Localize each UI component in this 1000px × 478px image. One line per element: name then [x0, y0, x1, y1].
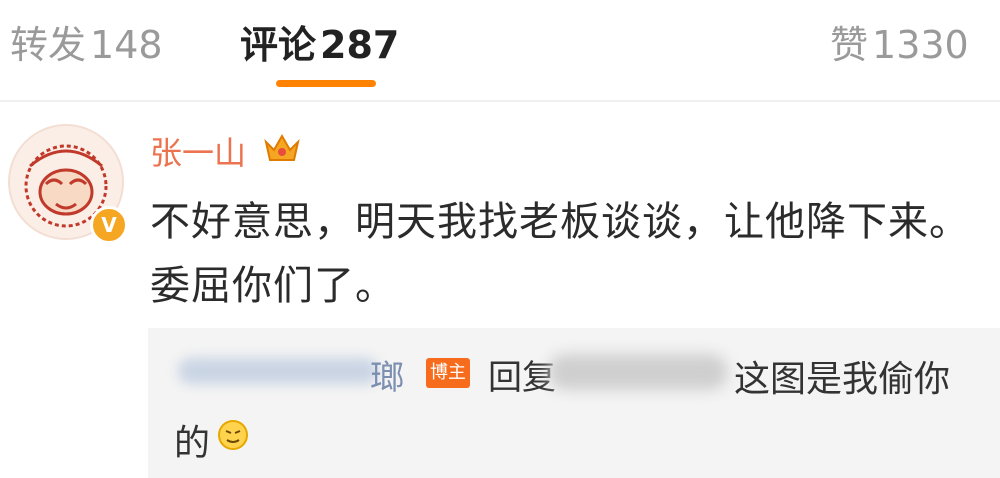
tab-bar: 转发 148 评论 287 赞 1330 [0, 0, 1000, 102]
blurred-reply-username [178, 358, 378, 384]
tab-repost-count: 148 [90, 23, 163, 67]
avatar[interactable]: V [8, 124, 128, 244]
reply-text-line2: 的 [174, 423, 211, 464]
reply-username-tail[interactable]: 瑯 [370, 350, 404, 399]
comment-username[interactable]: 张一山 [150, 128, 246, 174]
reply-box[interactable]: 瑯 博主 回复 这图是我偷你 的 [148, 328, 1000, 478]
tab-likes[interactable]: 赞 1330 [830, 14, 969, 69]
verified-badge-icon: V [90, 206, 128, 244]
reply-verb: 回复 [488, 358, 556, 398]
tab-repost[interactable]: 转发 148 [10, 14, 163, 69]
reply-text-line1: 这图是我偷你 [734, 359, 951, 400]
blurred-reply-target [548, 354, 728, 390]
tab-comments-label: 评论 [240, 23, 317, 67]
tab-comments[interactable]: 评论 287 [240, 14, 399, 69]
tab-repost-label: 转发 [10, 23, 87, 67]
active-tab-indicator [276, 80, 376, 87]
tab-likes-label: 赞 [830, 23, 869, 67]
tab-likes-count: 1330 [872, 23, 969, 67]
blogger-badge: 博主 [426, 358, 470, 388]
emoji-icon [218, 420, 248, 450]
comment-text: 不好意思，明天我找老板谈谈，让他降下来。委屈你们了。 [150, 199, 970, 309]
tab-comments-count: 287 [320, 23, 400, 67]
crown-icon [264, 133, 300, 161]
